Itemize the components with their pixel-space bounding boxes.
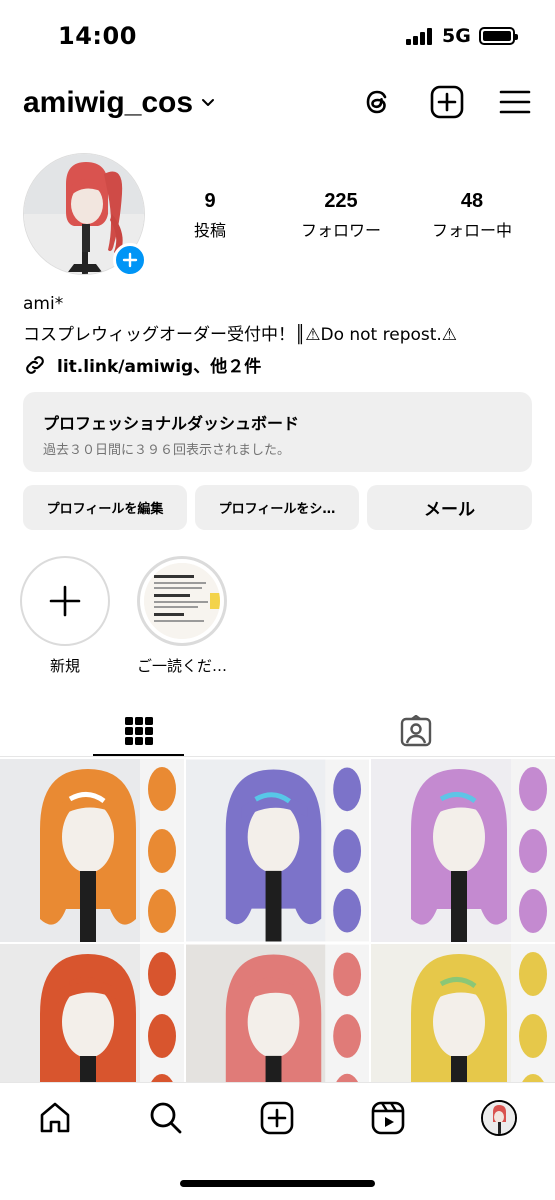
plus-icon [122, 252, 138, 268]
threads-icon[interactable] [360, 84, 396, 120]
post-thumbnail[interactable] [0, 944, 184, 1082]
highlight-label: ご一読くだ… [136, 657, 227, 675]
username: amiwig_cos [23, 86, 194, 119]
add-story-button[interactable] [113, 243, 147, 277]
divider [0, 756, 555, 757]
network-label: 5G [442, 25, 471, 47]
wig-photo [186, 944, 369, 1082]
stat-label: 投稿 [193, 221, 226, 240]
status-bar: 14:00 5G [0, 0, 555, 70]
chevron-down-icon [202, 99, 215, 106]
signal-icon [406, 27, 434, 45]
link-icon [26, 355, 44, 374]
stat-value: 9 [204, 190, 216, 212]
plus-icon [49, 585, 81, 617]
email-button[interactable]: メール [367, 485, 532, 530]
home-icon[interactable] [37, 1100, 73, 1136]
profile-avatar[interactable] [23, 153, 147, 277]
avatar-image [483, 1102, 515, 1134]
wig-photo [371, 944, 555, 1082]
reels-icon[interactable] [370, 1100, 406, 1136]
stat-value: 48 [460, 190, 484, 212]
post-thumbnail[interactable] [186, 944, 369, 1082]
profile-tab-avatar[interactable] [481, 1100, 517, 1136]
highlight-cover [144, 563, 220, 639]
status-time: 14:00 [58, 22, 137, 50]
search-icon[interactable] [148, 1100, 184, 1136]
posts-count[interactable]: 9 投稿 [155, 190, 265, 241]
account-switcher[interactable]: amiwig_cos [23, 86, 215, 120]
create-icon[interactable] [259, 1100, 295, 1136]
wig-photo [0, 944, 184, 1082]
stat-label: フォロワー [300, 221, 381, 240]
grid-icon [124, 717, 153, 745]
create-post-icon[interactable] [429, 84, 465, 120]
share-profile-button[interactable]: プロフィールをシ… [195, 485, 359, 530]
dashboard-title: プロフェッショナルダッシュボード [43, 414, 300, 433]
menu-icon[interactable] [497, 84, 533, 120]
wig-photo [186, 759, 369, 942]
wig-photo [371, 759, 555, 942]
post-thumbnail[interactable] [371, 759, 555, 942]
followers-count[interactable]: 225 フォロワー [286, 190, 396, 241]
dashboard-subtitle: 過去３０日間に３９６回表示されました。 [43, 443, 291, 458]
stat-label: フォロー中 [431, 221, 512, 240]
wig-photo [0, 759, 184, 942]
highlight-cover-image [144, 563, 220, 639]
profile-header: amiwig_cos [0, 80, 555, 130]
home-indicator [180, 1180, 375, 1187]
profile-link-text: lit.link/amiwig、他２件 [57, 357, 262, 377]
tagged-person-icon [400, 715, 431, 747]
profile-bio: コスプレウィッグオーダー受付中！║⚠Do not repost.⚠ [23, 325, 458, 345]
edit-profile-button[interactable]: プロフィールを編集 [23, 485, 187, 530]
battery-icon [479, 27, 518, 45]
tab-posts-grid[interactable] [93, 705, 184, 757]
stat-value: 225 [324, 190, 358, 212]
following-count[interactable]: 48 フォロー中 [417, 190, 527, 241]
highlight-label: 新規 [49, 657, 80, 675]
highlight-story[interactable] [137, 556, 227, 646]
post-thumbnail[interactable] [371, 944, 555, 1082]
tab-tagged[interactable] [370, 705, 461, 757]
profile-name: ami* [23, 294, 64, 314]
post-thumbnail[interactable] [0, 759, 184, 942]
post-thumbnail[interactable] [186, 759, 369, 942]
new-highlight-button[interactable] [20, 556, 110, 646]
profile-link[interactable]: lit.link/amiwig、他２件 [23, 352, 261, 377]
professional-dashboard[interactable]: プロフェッショナルダッシュボード 過去３０日間に３９６回表示されました。 [23, 392, 532, 472]
